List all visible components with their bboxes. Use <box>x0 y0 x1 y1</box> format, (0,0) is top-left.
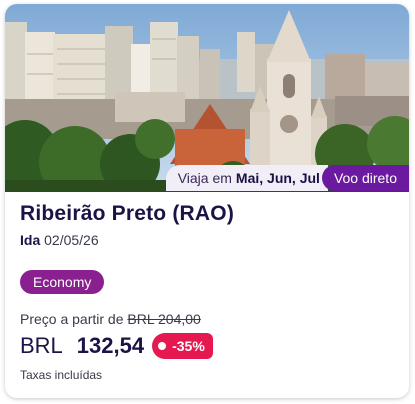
discount-value: -35% <box>172 338 205 354</box>
card-body: Ribeirão Preto (RAO) Ida 02/05/26 Econom… <box>20 202 394 382</box>
travel-months-chip: Viaja em Mai, Jun, Jul <box>165 165 328 191</box>
price-amount: 132,54 <box>76 333 145 358</box>
price-from-line: Preço a partir de BRL 204,00 <box>20 311 394 327</box>
direct-flight-chip: Voo direto <box>321 165 409 191</box>
cabin-badge: Economy <box>20 270 105 294</box>
trip-type: Ida <box>20 232 41 248</box>
old-price: BRL 204,00 <box>127 311 201 327</box>
price-currency: BRL <box>20 333 63 358</box>
trip-date-line: Ida 02/05/26 <box>20 232 394 248</box>
discount-badge: -35% <box>152 333 213 359</box>
discount-dot-icon <box>158 342 167 350</box>
trip-date: 02/05/26 <box>44 232 99 248</box>
travel-prefix: Viaja em <box>177 170 232 186</box>
destination-card[interactable]: Viaja em Mai, Jun, Jul Voo direto Ribeir… <box>5 4 409 398</box>
destination-title: Ribeirão Preto (RAO) <box>20 202 235 225</box>
hero-chips: Viaja em Mai, Jun, Jul Voo direto <box>165 165 409 191</box>
price-from-label: Preço a partir de <box>20 311 124 327</box>
taxes-note: Taxas incluídas <box>20 368 103 382</box>
destination-photo: Viaja em Mai, Jun, Jul Voo direto <box>5 4 409 192</box>
travel-months: Mai, Jun, Jul <box>235 170 320 186</box>
price-row: BRL 132,54 -35% <box>20 333 394 359</box>
